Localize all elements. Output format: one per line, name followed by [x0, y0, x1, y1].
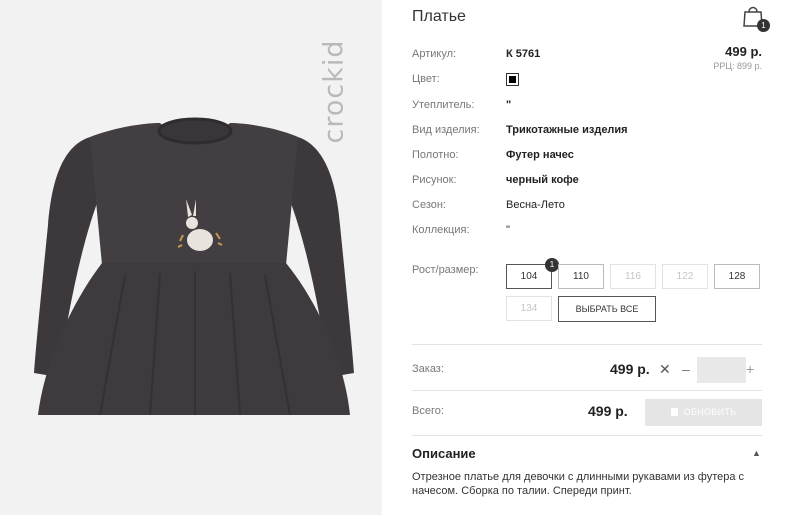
description-text: Отрезное платье для девочки с длинными р…: [412, 471, 745, 497]
remove-icon[interactable]: ✕: [659, 361, 671, 378]
increase-quantity-button[interactable]: +: [746, 361, 754, 377]
color-swatch[interactable]: [506, 73, 519, 86]
bag-icon: [670, 408, 678, 416]
quantity-input[interactable]: [697, 357, 746, 383]
product-title: Платье: [412, 8, 466, 25]
spec-label-pattern: Рисунок:: [412, 174, 457, 186]
size-option-116: 116: [610, 264, 656, 289]
spec-value-pattern: черный кофе: [506, 174, 579, 186]
update-button[interactable]: ОБНОВИТЬ: [645, 399, 762, 426]
spec-label-color: Цвет:: [412, 73, 440, 85]
total-price: 499 р.: [588, 403, 628, 419]
cart-count-badge: 1: [757, 19, 770, 32]
divider: [412, 435, 762, 436]
description-title[interactable]: Описание: [412, 446, 476, 461]
spec-label-type: Вид изделия:: [412, 124, 480, 136]
size-option-134: 134: [506, 296, 552, 321]
order-label: Заказ:: [412, 363, 444, 375]
order-price: 499 р.: [610, 361, 650, 377]
cart-button[interactable]: 1: [742, 4, 770, 32]
size-label: Рост/размер:: [412, 264, 479, 276]
size-option-128[interactable]: 128: [714, 264, 760, 289]
collapse-caret-icon[interactable]: ▲: [752, 448, 761, 458]
spec-label-collection: Коллекция:: [412, 224, 470, 236]
size-option-122: 122: [662, 264, 708, 289]
dress-illustration: [34, 117, 354, 415]
product-image[interactable]: crockid: [0, 0, 382, 515]
spec-value-fabric: Футер начес: [506, 149, 574, 161]
spec-value-insulation: ": [506, 99, 512, 111]
spec-label-article: Артикул:: [412, 48, 457, 60]
spec-label-insulation: Утеплитель:: [412, 99, 475, 111]
divider: [412, 390, 762, 391]
decrease-quantity-button[interactable]: –: [682, 361, 690, 377]
product-price: 499 р.: [725, 44, 762, 59]
spec-value-article: К 5761: [506, 48, 541, 60]
spec-value-type: Трикотажные изделия: [506, 124, 628, 136]
total-label: Всего:: [412, 405, 444, 417]
update-button-label: ОБНОВИТЬ: [683, 407, 737, 417]
divider: [412, 344, 762, 345]
spec-label-season: Сезон:: [412, 199, 446, 211]
rrp-price: РРЦ: 899 р.: [713, 61, 762, 71]
spec-value-collection[interactable]: ": [506, 224, 510, 236]
size-option-110[interactable]: 110: [558, 264, 604, 289]
spec-label-fabric: Полотно:: [412, 149, 459, 161]
size-selected-badge: 1: [545, 258, 559, 272]
spec-value-season: Весна-Лето: [506, 199, 565, 211]
select-all-sizes-button[interactable]: ВЫБРАТЬ ВСЕ: [558, 296, 656, 322]
